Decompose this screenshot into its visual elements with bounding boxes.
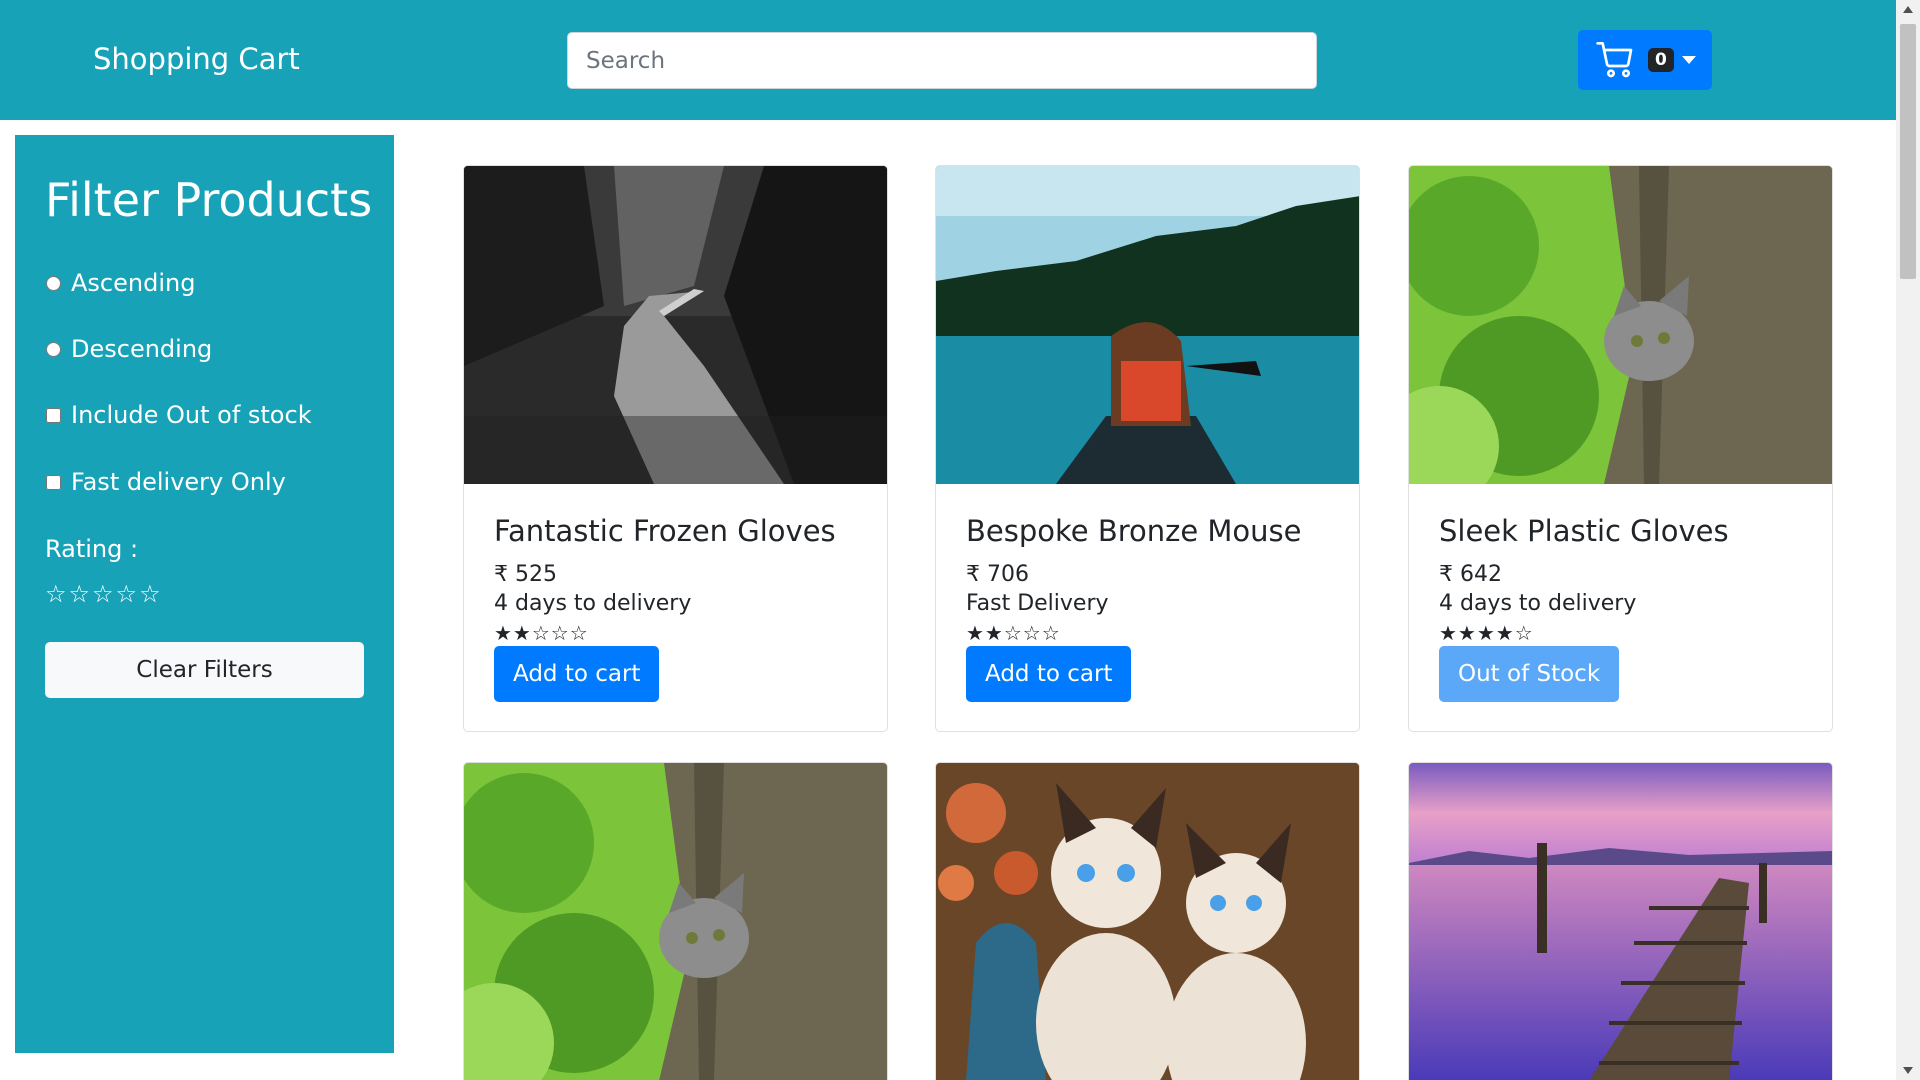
cart-dropdown-button[interactable]: 0: [1578, 30, 1712, 90]
cart-count-badge: 0: [1648, 48, 1674, 72]
product-price: ₹ 525: [494, 562, 557, 587]
cart-icon: [1596, 42, 1633, 78]
product-rating-stars: ★★☆☆☆: [494, 621, 589, 645]
product-price: ₹ 706: [966, 562, 1029, 587]
product-card: Bespoke Bronze Mouse ₹ 706 Fast Delivery…: [935, 165, 1360, 732]
brand-title[interactable]: Shopping Cart: [93, 42, 300, 76]
search-input[interactable]: [567, 32, 1317, 89]
sort-descending-label: Descending: [71, 335, 213, 363]
caret-down-icon: [1681, 56, 1696, 64]
product-price: ₹ 642: [1439, 562, 1502, 587]
filter-title: Filter Products: [45, 173, 373, 227]
include-out-of-stock-option[interactable]: Include Out of stock: [46, 401, 312, 429]
cat-in-tree-image: [464, 763, 887, 1080]
siamese-cats-image: [936, 763, 1359, 1080]
sort-ascending-option[interactable]: Ascending: [46, 269, 195, 297]
navbar: Shopping Cart 0: [0, 0, 1896, 120]
product-name: Fantastic Frozen Gloves: [494, 514, 836, 548]
product-card: Sleek Plastic Gloves ₹ 642 4 days to del…: [1408, 165, 1833, 732]
product-name: Bespoke Bronze Mouse: [966, 514, 1302, 548]
cat-in-tree-image: [1409, 166, 1832, 484]
page-scrollbar[interactable]: [1896, 0, 1920, 1080]
product-card: [935, 762, 1360, 1080]
pier-sunset-image: [1409, 763, 1832, 1080]
out-of-stock-button[interactable]: Out of Stock: [1439, 646, 1620, 702]
product-delivery: 4 days to delivery: [1439, 591, 1637, 616]
add-to-cart-button[interactable]: Add to cart: [494, 646, 660, 702]
product-card: [1408, 762, 1833, 1080]
fast-delivery-checkbox[interactable]: [46, 474, 61, 490]
sort-descending-option[interactable]: Descending: [46, 335, 212, 363]
rating-label: Rating :: [45, 535, 139, 563]
clear-filters-button[interactable]: Clear Filters: [45, 642, 364, 698]
product-rating-stars: ★★☆☆☆: [966, 621, 1061, 645]
product-card: [463, 762, 888, 1080]
product-name: Sleek Plastic Gloves: [1439, 514, 1729, 548]
sort-descending-radio[interactable]: [46, 341, 61, 357]
product-card: Fantastic Frozen Gloves ₹ 525 4 days to …: [463, 165, 888, 732]
product-delivery: 4 days to delivery: [494, 591, 692, 616]
canoe-lake-image: [936, 166, 1359, 484]
add-to-cart-button[interactable]: Add to cart: [966, 646, 1132, 702]
forest-road-image: [464, 166, 887, 484]
fast-delivery-label: Fast delivery Only: [71, 468, 286, 496]
sort-ascending-radio[interactable]: [46, 275, 61, 291]
filter-panel: Filter Products Ascending Descending Inc…: [15, 135, 394, 1053]
scroll-up-arrow-icon[interactable]: [1903, 6, 1913, 13]
scroll-down-arrow-icon[interactable]: [1903, 1067, 1913, 1074]
product-rating-stars: ★★★★☆: [1439, 621, 1534, 645]
fast-delivery-option[interactable]: Fast delivery Only: [46, 468, 286, 496]
include-out-of-stock-checkbox[interactable]: [46, 407, 61, 423]
sort-ascending-label: Ascending: [71, 269, 196, 297]
scrollbar-thumb[interactable]: [1900, 24, 1916, 279]
include-out-of-stock-label: Include Out of stock: [71, 401, 312, 429]
product-delivery: Fast Delivery: [966, 591, 1109, 616]
rating-filter-stars[interactable]: ☆☆☆☆☆: [45, 580, 163, 608]
